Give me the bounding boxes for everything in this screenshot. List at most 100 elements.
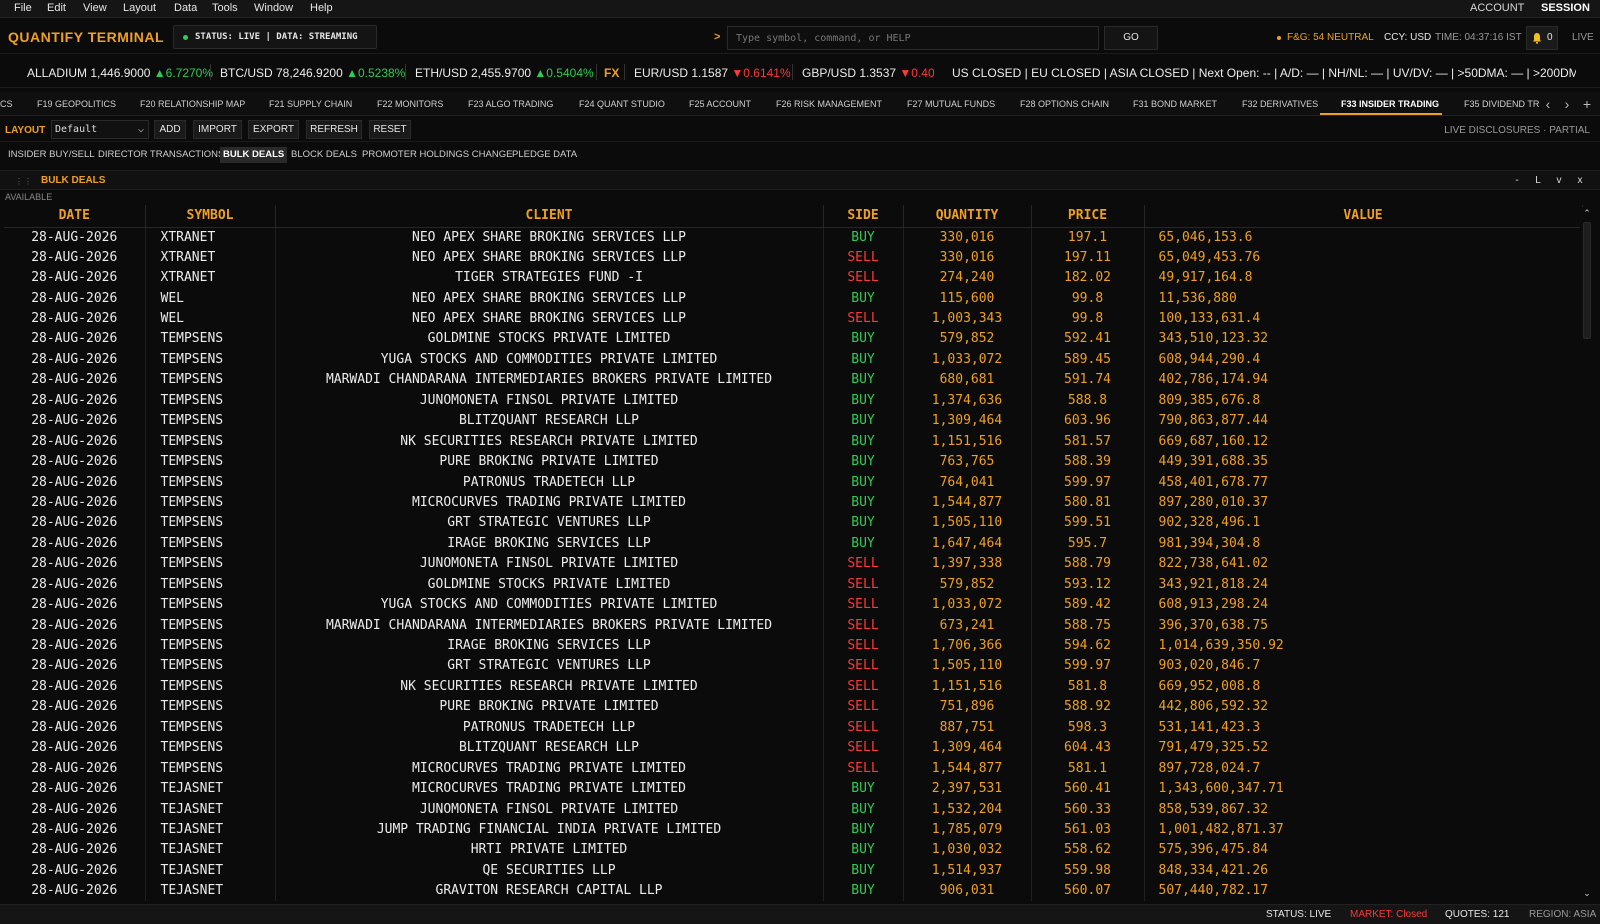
ticker-item[interactable]: ETH/USD 2,455.9700 ▲0.5404% (415, 66, 594, 80)
table-row[interactable]: 28-AUG-2026 TEMPSENS MICROCURVES TRADING P… (4, 758, 1583, 779)
table-row[interactable]: 28-AUG-2026 TEMPSENS PURE BROKING PRIVATE … (4, 451, 1583, 473)
table-row[interactable]: 28-AUG-2026 TEMPSENS GRT STRATEGIC VENTURE… (4, 513, 1583, 534)
chevron-right-icon[interactable]: › (1560, 96, 1574, 112)
table-row[interactable]: 28-AUG-2026 TEMPSENS IRAGE BROKING SERVICE… (4, 533, 1583, 555)
ticker-item[interactable]: EUR/USD 1.1587 ▼0.6141% (634, 66, 791, 80)
table-row[interactable]: 28-AUG-2026 TEMPSENS BLITZQUANT RESEARCH L… (4, 411, 1583, 432)
table-row[interactable]: 28-AUG-2026 XTRANET NEO APEX SHARE BROKING… (4, 227, 1583, 248)
chevron-left-icon[interactable]: ‹ (1541, 96, 1555, 112)
menu-file[interactable]: File (14, 2, 32, 14)
scrollbar-thumb[interactable] (1583, 222, 1591, 339)
column-header-price[interactable]: PRICE (1031, 205, 1145, 228)
tab-dividend[interactable]: F35 DIVIDEND TR (1464, 99, 1540, 109)
command-input[interactable] (727, 26, 1099, 50)
cell-client: NEO APEX SHARE BROKING SERVICES LLP (275, 308, 824, 330)
table-row[interactable]: 28-AUG-2026 TEMPSENS JUNOMONETA FINSOL PRI… (4, 390, 1583, 411)
reset-button[interactable]: RESET (369, 120, 411, 139)
tab-account[interactable]: F25 ACCOUNT (689, 99, 751, 109)
table-row[interactable]: 28-AUG-2026 TEMPSENS MARWADI CHANDARANA IN… (4, 370, 1583, 391)
tab-relationship-map[interactable]: F20 RELATIONSHIP MAP (140, 99, 245, 109)
table-row[interactable]: 28-AUG-2026 TEMPSENS BLITZQUANT RESEARCH L… (4, 738, 1583, 759)
table-row[interactable]: 28-AUG-2026 TEMPSENS PURE BROKING PRIVATE … (4, 697, 1583, 718)
table-row[interactable]: 28-AUG-2026 TEJASNET JUNOMONETA FINSOL PRI… (4, 799, 1583, 820)
add-button[interactable]: ADD (154, 120, 186, 139)
table-row[interactable]: 28-AUG-2026 TEMPSENS GRT STRATEGIC VENTURE… (4, 656, 1583, 677)
tab-quant-studio[interactable]: F24 QUANT STUDIO (579, 99, 665, 109)
tab-mutual-funds[interactable]: F27 MUTUAL FUNDS (907, 99, 995, 109)
tab-algo-trading[interactable]: F23 ALGO TRADING (468, 99, 553, 109)
table-row[interactable]: 28-AUG-2026 XTRANET NEO APEX SHARE BROKING… (4, 247, 1583, 268)
table-row[interactable]: 28-AUG-2026 TEMPSENS GOLDMINE STOCKS PRIVA… (4, 329, 1583, 350)
tab-insider-trading[interactable]: F33 INSIDER TRADING (1341, 99, 1439, 109)
table-row[interactable]: 28-AUG-2026 TEMPSENS NK SECURITIES RESEARC… (4, 676, 1583, 698)
table-row[interactable]: 28-AUG-2026 TEJASNET GRAVITON RESEARCH CAP… (4, 881, 1583, 901)
column-header-value[interactable]: VALUE (1144, 205, 1583, 228)
scroll-down-icon[interactable]: ⌄ (1581, 887, 1593, 899)
table-row[interactable]: 28-AUG-2026 TEMPSENS YUGA STOCKS AND COMMO… (4, 349, 1583, 371)
tab-monitors[interactable]: F22 MONITORS (377, 99, 443, 109)
table-row[interactable]: 28-AUG-2026 TEMPSENS YUGA STOCKS AND COMMO… (4, 594, 1583, 616)
table-row[interactable]: 28-AUG-2026 TEMPSENS MICROCURVES TRADING P… (4, 492, 1583, 514)
ticker-item[interactable]: BTC/USD 78,246.9200 ▲0.5238% (220, 66, 405, 80)
table-row[interactable]: 28-AUG-2026 TEJASNET QE SECURITIES LLP BUY 1… (4, 860, 1583, 882)
session-menu[interactable]: SESSION (1541, 2, 1590, 14)
tab-director-transactions[interactable]: DIRECTOR TRANSACTIONS (95, 147, 227, 163)
table-row[interactable]: 28-AUG-2026 TEMPSENS GOLDMINE STOCKS PRIVA… (4, 574, 1583, 595)
tab-bond-market[interactable]: F31 BOND MARKET (1133, 99, 1217, 109)
table-row[interactable]: 28-AUG-2026 XTRANET TIGER STRATEGIES FUND … (4, 267, 1583, 289)
layout-select[interactable]: Default ⌵ (51, 120, 149, 139)
add-tab-icon[interactable]: + (1580, 96, 1594, 112)
column-header-quantity[interactable]: QUANTITY (903, 205, 1032, 228)
table-row[interactable]: 28-AUG-2026 TEMPSENS JUNOMONETA FINSOL PRI… (4, 554, 1583, 575)
ticker-item[interactable]: GBP/USD 1.3537 ▼0.40 (802, 66, 934, 80)
tab-insider-buy-sell[interactable]: INSIDER BUY/SELL (5, 147, 98, 163)
table-row[interactable]: 28-AUG-2026 TEMPSENS PATRONUS TRADETECH LL… (4, 472, 1583, 493)
tab-cs[interactable]: CS (0, 99, 13, 109)
table-row[interactable]: 28-AUG-2026 TEMPSENS PATRONUS TRADETECH LL… (4, 717, 1583, 738)
fng-dot-icon (1277, 36, 1281, 40)
tab-block-deals[interactable]: BLOCK DEALS (288, 147, 360, 163)
table-row[interactable]: 28-AUG-2026 TEMPSENS NK SECURITIES RESEARC… (4, 431, 1583, 452)
menu-data[interactable]: Data (174, 2, 197, 14)
table-row[interactable]: 28-AUG-2026 TEMPSENS IRAGE BROKING SERVICE… (4, 635, 1583, 657)
menu-layout[interactable]: Layout (123, 2, 156, 14)
tab-derivatives[interactable]: F32 DERIVATIVES (1242, 99, 1318, 109)
minimize-button[interactable]: - (1509, 173, 1525, 188)
ticker-item[interactable]: ALLADIUM 1,446.9000 ▲6.7270% (27, 66, 213, 80)
scroll-up-icon[interactable]: ⌃ (1581, 207, 1593, 219)
layout-button[interactable]: L (1530, 173, 1546, 188)
table-row[interactable]: 28-AUG-2026 TEJASNET JUMP TRADING FINANCIA… (4, 819, 1583, 841)
table-row[interactable]: 28-AUG-2026 WEL NEO APEX SHARE BROKING SER… (4, 288, 1583, 309)
column-header-side[interactable]: SIDE (823, 205, 904, 228)
tab-supply-chain[interactable]: F21 SUPPLY CHAIN (269, 99, 352, 109)
tab-bulk-deals[interactable]: BULK DEALS (220, 147, 288, 163)
refresh-button[interactable]: REFRESH (306, 120, 362, 139)
table-row[interactable]: 28-AUG-2026 TEJASNET HRTI PRIVATE LIMITED B… (4, 840, 1583, 861)
table-row[interactable]: 28-AUG-2026 TEJASNET MICROCURVES TRADING P… (4, 778, 1583, 800)
tab-risk-management[interactable]: F26 RISK MANAGEMENT (776, 99, 882, 109)
menu-edit[interactable]: Edit (47, 2, 66, 14)
tab-options-chain[interactable]: F28 OPTIONS CHAIN (1020, 99, 1109, 109)
tab-pledge-data[interactable]: PLEDGE DATA (509, 147, 580, 163)
collapse-button[interactable]: v (1551, 173, 1567, 188)
close-button[interactable]: x (1572, 173, 1588, 188)
column-header-client[interactable]: CLIENT (275, 205, 824, 228)
account-menu[interactable]: ACCOUNT (1470, 2, 1524, 14)
menu-view[interactable]: View (83, 2, 107, 14)
column-header-date[interactable]: DATE (4, 205, 146, 228)
table-row[interactable]: 28-AUG-2026 TEMPSENS MARWADI CHANDARANA IN… (4, 615, 1583, 636)
tab-geopolitics[interactable]: F19 GEOPOLITICS (37, 99, 116, 109)
cell-date: 28-AUG-2026 (4, 390, 146, 411)
menu-window[interactable]: Window (254, 2, 293, 14)
go-button[interactable]: GO (1104, 26, 1158, 50)
menu-tools[interactable]: Tools (212, 2, 238, 14)
export-button[interactable]: EXPORT (248, 120, 299, 139)
notifications-button[interactable]: 0 (1526, 26, 1558, 50)
table-row[interactable]: 28-AUG-2026 WEL NEO APEX SHARE BROKING SER… (4, 308, 1583, 330)
menu-help[interactable]: Help (310, 2, 333, 14)
drag-handle-icon[interactable]: ⋮⋮ (15, 177, 33, 186)
tab-promoter-holdings-change[interactable]: PROMOTER HOLDINGS CHANGE (359, 147, 515, 163)
table-scrollbar[interactable]: ⌃ ⌄ (1580, 207, 1594, 901)
import-button[interactable]: IMPORT (193, 120, 242, 139)
column-header-symbol[interactable]: SYMBOL (145, 205, 276, 228)
